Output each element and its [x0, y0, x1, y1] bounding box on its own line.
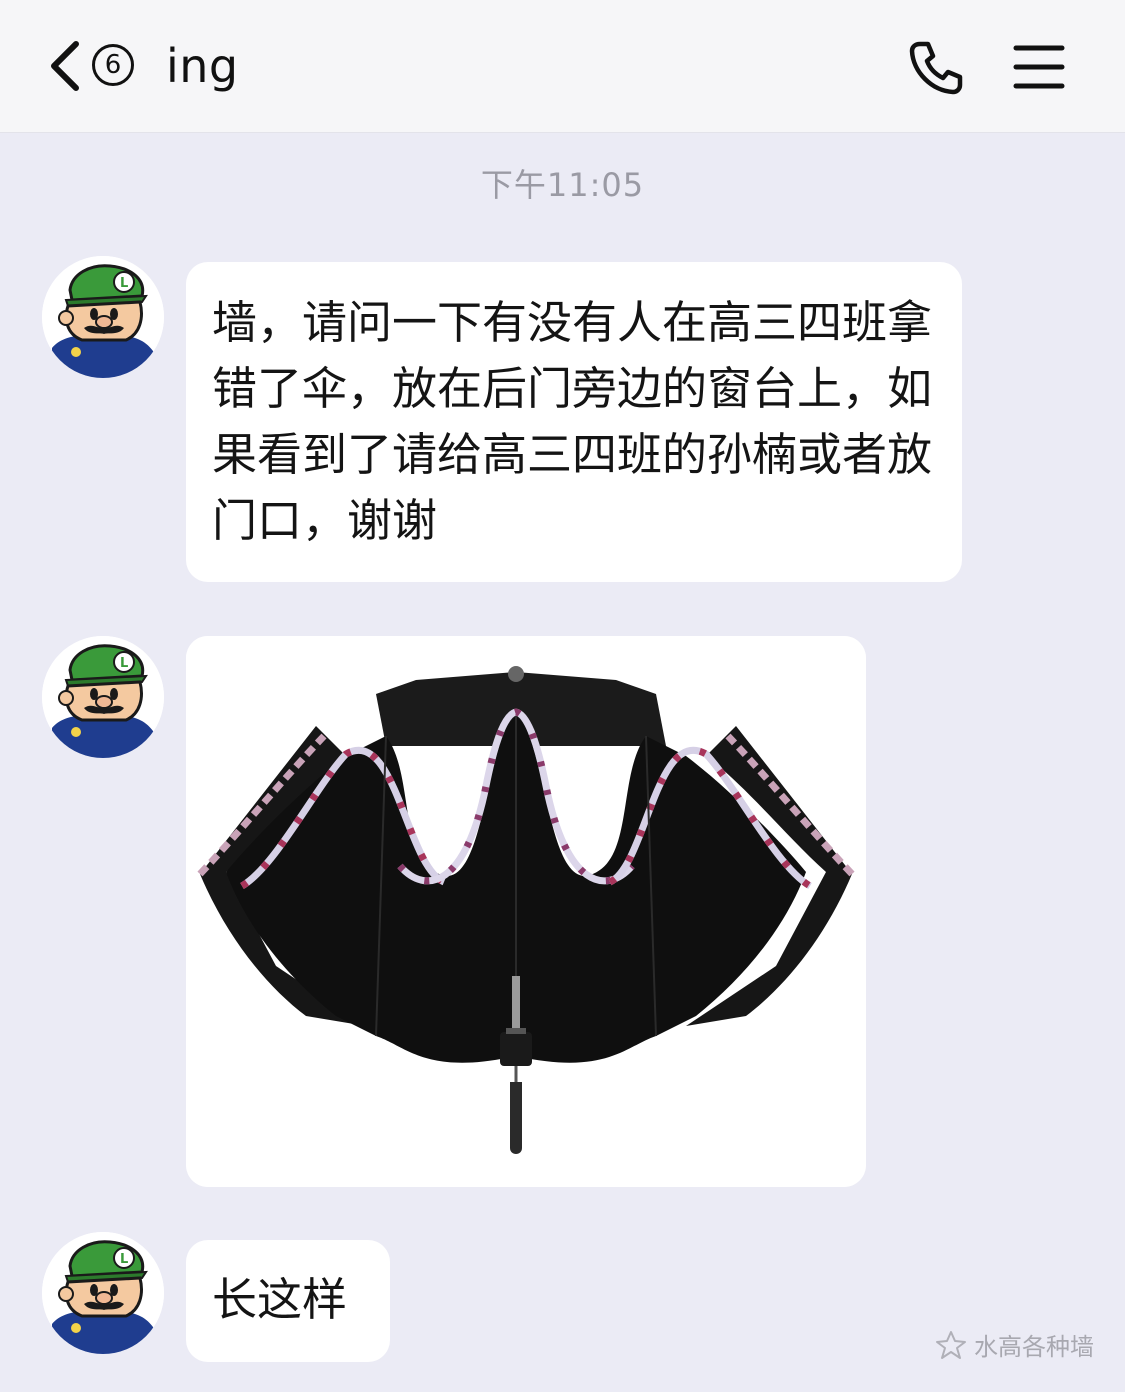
chat-header: 6 ing	[0, 0, 1125, 133]
chevron-left-icon	[51, 41, 79, 91]
sender-avatar[interactable]: L	[42, 256, 164, 378]
svg-text:L: L	[120, 1252, 128, 1267]
sender-avatar[interactable]: L	[42, 636, 164, 758]
message-text: 长这样	[212, 1273, 348, 1326]
sender-avatar[interactable]: L	[42, 1232, 164, 1354]
star-logo-icon	[936, 1330, 966, 1359]
watermark: 水高各种墙	[934, 1327, 1094, 1362]
chat-title: ing	[166, 39, 239, 93]
cartoon-character-avatar-icon: L	[42, 1232, 164, 1354]
unread-count-badge[interactable]: 6	[92, 44, 134, 86]
phone-icon	[909, 41, 963, 95]
cartoon-character-avatar-icon: L	[42, 256, 164, 378]
message-timestamp: 下午11:05	[480, 166, 645, 204]
message-bubble-image[interactable]	[186, 636, 866, 1187]
svg-text:L: L	[120, 276, 128, 291]
message-bubble-text[interactable]: 墙，请问一下有没有人在高三四班拿错了伞，放在后门旁边的窗台上，如果看到了请给高三…	[186, 262, 962, 582]
hamburger-menu-icon	[1013, 45, 1065, 89]
menu-button[interactable]	[1012, 42, 1066, 92]
call-button[interactable]	[906, 38, 966, 98]
svg-text:L: L	[120, 656, 128, 671]
message-bubble-text[interactable]: 长这样	[186, 1240, 390, 1362]
umbrella-photo[interactable]	[186, 636, 866, 1187]
message-text: 墙，请问一下有没有人在高三四班拿错了伞，放在后门旁边的窗台上，如果看到了请给高三…	[212, 296, 933, 547]
cartoon-character-avatar-icon: L	[42, 636, 164, 758]
watermark-text: 水高各种墙	[974, 1333, 1094, 1361]
back-button[interactable]	[44, 36, 84, 96]
